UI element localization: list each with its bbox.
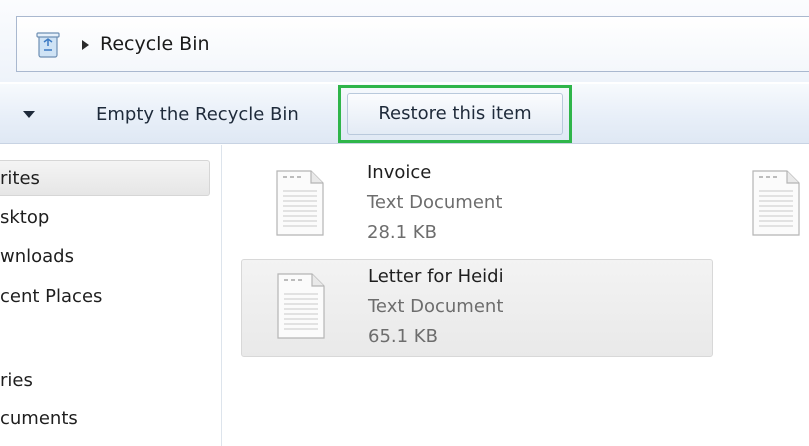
nav-item-label: ries [0, 370, 33, 391]
nav-item-documents[interactable]: cuments [0, 401, 210, 437]
file-list: Invoice Text Document 28.1 KB Letter for… [223, 145, 809, 446]
file-item-letter-for-heidi[interactable]: Letter for Heidi Text Document 65.1 KB [241, 259, 713, 357]
file-name: Letter for Heidi [368, 266, 504, 287]
nav-item-desktop[interactable]: sktop [0, 200, 210, 236]
file-size: 28.1 KB [367, 222, 437, 243]
file-type: Text Document [368, 296, 504, 317]
command-bar: Empty the Recycle Bin Restore this item [0, 83, 809, 144]
recycle-bin-icon [36, 32, 60, 58]
address-region: Recycle Bin [0, 0, 809, 82]
nav-item-label: cuments [0, 408, 78, 429]
chevron-down-icon[interactable] [22, 110, 36, 119]
text-document-icon [277, 273, 325, 339]
file-size: 65.1 KB [368, 326, 438, 347]
nav-item-label: wnloads [0, 246, 74, 267]
nav-item-favorites[interactable]: rites [0, 160, 210, 196]
chevron-right-icon[interactable] [79, 38, 91, 52]
empty-recycle-bin-button[interactable]: Empty the Recycle Bin [84, 98, 311, 132]
address-bar[interactable]: Recycle Bin [16, 16, 809, 72]
text-document-icon[interactable] [739, 167, 809, 239]
nav-item-recent-places[interactable]: cent Places [0, 279, 210, 315]
nav-item-label: rites [0, 168, 40, 189]
restore-highlight-frame: Restore this item [338, 85, 572, 143]
nav-item-label: cent Places [0, 286, 103, 307]
file-item-invoice[interactable]: Invoice Text Document 28.1 KB [241, 157, 713, 255]
nav-item-label: sktop [0, 207, 50, 228]
nav-item-downloads[interactable]: wnloads [0, 239, 210, 275]
breadcrumb-recycle-bin[interactable]: Recycle Bin [100, 31, 210, 57]
text-document-icon [276, 170, 324, 236]
nav-item-libraries[interactable]: ries [0, 363, 210, 399]
restore-item-button[interactable]: Restore this item [347, 93, 563, 135]
file-name: Invoice [367, 162, 432, 183]
navigation-pane: rites sktop wnloads cent Places ries cum… [0, 145, 222, 446]
file-type: Text Document [367, 192, 503, 213]
